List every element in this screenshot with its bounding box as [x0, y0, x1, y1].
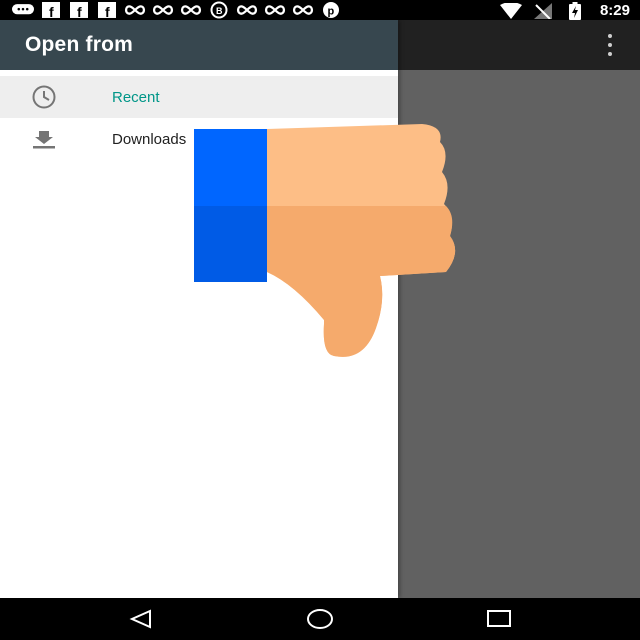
battery-charging-icon — [564, 1, 586, 20]
back-icon[interactable] — [126, 606, 156, 632]
status-bar: f f f B p 8:29 — [0, 0, 640, 20]
drawer-item-recent[interactable]: Recent — [0, 76, 398, 118]
svg-text:p: p — [328, 6, 335, 18]
drawer-header: Open from — [0, 20, 398, 70]
chat-icon — [12, 2, 34, 18]
home-icon[interactable] — [305, 606, 335, 632]
system-nav-bar — [0, 598, 640, 640]
facebook-icon: f — [96, 2, 118, 18]
infinity-icon — [124, 2, 146, 18]
recents-icon[interactable] — [484, 606, 514, 632]
thumbs-down-icon — [194, 124, 460, 362]
pinterest-icon: p — [320, 2, 342, 18]
infinity-icon — [264, 2, 286, 18]
svg-text:B: B — [216, 6, 223, 16]
drawer-item-label: Recent — [112, 88, 160, 106]
no-sim-icon — [532, 2, 554, 19]
download-icon — [28, 127, 60, 151]
svg-text:f: f — [49, 4, 54, 18]
clock-icon — [28, 85, 60, 109]
clock-time: 8:29 — [599, 2, 630, 19]
drawer-title: Open from — [25, 33, 133, 56]
system-icons: 8:29 — [499, 1, 630, 20]
notification-icons: f f f B p — [12, 1, 342, 19]
more-vert-icon[interactable] — [604, 34, 616, 56]
infinity-icon — [236, 2, 258, 18]
drawer-item-label: Downloads — [112, 130, 187, 148]
whatsapp-icon: B — [208, 1, 230, 19]
svg-text:f: f — [105, 4, 110, 18]
wifi-icon — [499, 2, 522, 19]
svg-text:f: f — [77, 4, 82, 18]
infinity-icon — [152, 2, 174, 18]
facebook-icon: f — [68, 2, 90, 18]
infinity-icon — [180, 2, 202, 18]
infinity-icon — [292, 2, 314, 18]
facebook-icon: f — [40, 2, 62, 18]
